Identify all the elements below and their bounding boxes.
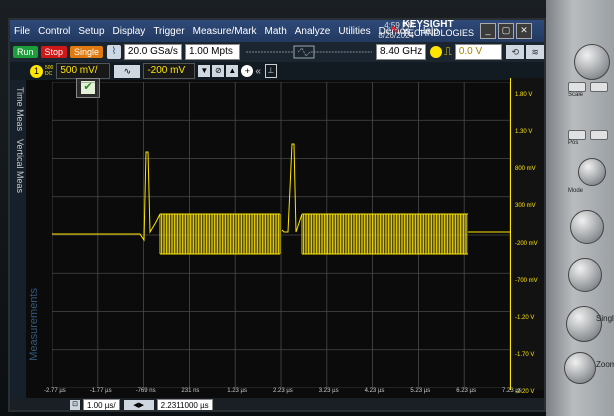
restore-icon[interactable]: ▢ [498,23,514,39]
minimize-icon[interactable]: _ [480,23,496,39]
tab-time-meas[interactable]: Time Meas [11,86,25,132]
vertical-position-knob[interactable] [568,258,602,292]
time-tick-label: 3.23 µs [318,388,339,394]
status-bar: ⊡ 1.00 µs/ ◀▶ 2.2311000 µs [10,398,544,410]
brand-sub: TECHNOLOGIES [402,28,474,38]
menu-utilities[interactable]: Utilities [334,26,374,37]
scope-screen: File Control Setup Display Trigger Measu… [8,18,546,412]
time-tick-label: 5.23 µs [410,388,431,394]
menu-display[interactable]: Display [109,26,150,37]
offset-field[interactable]: -200 mV [143,63,196,79]
keysight-logo: ∿ KEYSIGHT TECHNOLOGIES [390,20,474,38]
vertical-scale-knob[interactable] [570,210,604,244]
bandwidth-field[interactable]: 8.40 GHz [376,44,427,60]
up-arrow-icon[interactable]: ▲ [226,65,239,77]
channel-3-knob[interactable] [566,306,602,342]
close-icon[interactable]: ✕ [516,23,532,39]
menu-bar: File Control Setup Display Trigger Measu… [10,20,544,42]
panel-label-single: Single [596,314,614,323]
menu-file[interactable]: File [10,26,34,37]
tab-vertical-meas[interactable]: Vertical Meas [11,136,25,196]
voltage-tick-label: -1.70 V [515,352,535,358]
time-tick-label: 6.23 µs [456,388,476,394]
menu-setup[interactable]: Setup [74,26,108,37]
acquisition-toolbar: Run Stop Single ⌇ 20.0 GSa/s 1.00 Mpts 8… [10,42,544,62]
add-icon[interactable]: + [241,65,254,77]
time-tick-label: 2.23 µs [273,388,293,394]
panel-button-1[interactable] [568,82,586,92]
voltage-tick-label: 1.30 V [515,129,533,136]
acquisition-waveform-icon [246,45,373,59]
measure-icon[interactable]: ≋ [526,45,544,59]
time-tick-label: -2.77 µs [44,388,66,394]
burst-1 [159,213,281,255]
panel-label-scale: Scale [568,92,584,98]
waveform-graticule [52,82,510,388]
vertical-scale-field[interactable]: 500 mV/ [56,63,111,79]
trigger-level-field[interactable]: 0.0 V [454,44,503,60]
timebase-icon[interactable]: ⊡ [70,400,80,410]
voltage-tick-label: -200 mV [515,240,538,247]
time-tick-label: -769 ns [135,388,156,394]
front-panel: Scale Pos Mode Single Zoom [546,0,614,416]
time-tick-label: 1.23 µs [227,388,247,394]
time-tick-label: 4.23 µs [364,388,385,394]
time-tick-label: 7.23 µs [502,388,522,394]
menu-measure-mark[interactable]: Measure/Mark [189,26,261,37]
voltage-tick-label: 1.80 V [515,92,533,98]
autoscale-icon[interactable]: ⌇ [107,45,121,59]
menu-control[interactable]: Control [34,26,74,37]
panel-label-mode: Mode [568,188,584,194]
sample-rate-field[interactable]: 20.0 GSa/s [123,44,182,60]
menu-analyze[interactable]: Analyze [291,26,335,37]
time-tick-label: 231 ns [181,388,200,394]
side-tabs: Time Meas Vertical Meas [10,80,26,400]
rotate-icon[interactable]: ⟲ [506,45,525,59]
memory-depth-field[interactable]: 1.00 Mpts [184,44,241,60]
trigger-edge-icon[interactable]: ⎍ [444,46,452,59]
keysight-wave-icon: ∿ [390,23,400,36]
delay-arrows-icon[interactable]: ◀▶ [123,399,154,410]
burst-pulses [159,213,281,255]
panel-button-3[interactable] [568,130,586,140]
menu-trigger[interactable]: Trigger [149,26,188,37]
panel-button-2[interactable] [590,82,608,92]
voltage-tick-label: 800 mV [515,166,536,173]
time-tick-label: -1.77 µs [89,388,112,394]
down-arrow-icon[interactable]: ▼ [198,65,211,77]
pin-icon[interactable]: ⊥ [264,64,277,78]
horizontal-scale-knob[interactable] [574,44,610,80]
voltage-scale: 1.80 V 1.30 V 800 mV 300 mV -200 mV -700 mV -1… [510,78,544,395]
collapse-icon[interactable]: « [255,66,261,77]
coupling-bottom: DC [45,71,53,77]
panel-label-pos: Pos [568,140,579,146]
timebase-field[interactable]: 1.00 µs/ [83,398,120,410]
menu-math[interactable]: Math [261,26,291,37]
channel-4-knob[interactable] [564,352,596,384]
sine-wave-icon[interactable]: ∿ [114,64,141,78]
single-button[interactable]: Single [70,46,104,58]
run-button[interactable]: Run [13,46,38,58]
panel-button-4[interactable] [590,130,608,140]
delay-field[interactable]: 2.2311000 µs [156,398,213,410]
panel-label-zoom: Zoom [596,360,614,369]
measurements-watermark: Measurements [28,288,40,361]
voltage-tick-label: -700 mV [515,277,538,284]
stop-button[interactable]: Stop [40,46,68,58]
channel-1-icon[interactable]: 1 [30,64,43,78]
voltage-tick-label: -1.20 V [515,314,535,321]
trigger-level-knob[interactable] [578,158,606,186]
voltage-tick-label: 300 mV [515,203,536,210]
zero-icon[interactable]: ⊘ [212,65,225,77]
time-axis: -2.77 µs -1.77 µs -769 ns 231 ns 1.23 µs 2.23… [40,388,540,398]
trigger-channel-icon[interactable] [430,46,443,58]
